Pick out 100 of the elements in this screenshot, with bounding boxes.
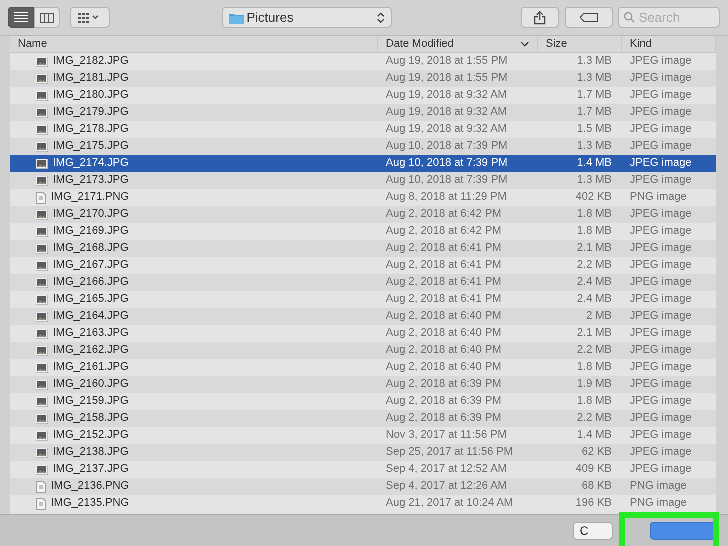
column-header[interactable]: Name (18, 36, 369, 52)
view-button[interactable] (8, 7, 34, 28)
share-button[interactable] (521, 7, 559, 28)
file-kind: PNG image (629, 190, 688, 206)
chevron-updown-icon (377, 12, 385, 24)
date-modified: Aug 2, 2018 at 6:42 PM (385, 207, 503, 222)
file-size: 2.2 MB (576, 343, 613, 358)
date-modified: Aug 2, 2018 at 6:41 PM (385, 292, 503, 308)
file-name: IMG_2169.JPG (53, 224, 129, 240)
file-name: IMG_2136.PNG (51, 479, 130, 494)
file-name: IMG_2138.JPG (53, 445, 129, 460)
photo-thumbnail-icon (36, 244, 48, 254)
file-row[interactable]: IMG_2138.JPG Sep 25, 2017 at 11:56 PM 62 KB JPEG image (10, 444, 716, 461)
date-modified: Aug 2, 2018 at 6:40 PM (385, 360, 503, 376)
folder-icon (229, 12, 244, 24)
file-row[interactable]: IMG_2181.JPG Aug 19, 2018 at 1:55 PM 1.3 MB JPEG image (10, 70, 716, 87)
column-header[interactable]: Date Modified (386, 36, 521, 52)
file-size: 196 KB (574, 496, 613, 512)
file-kind: JPEG image (629, 224, 693, 240)
file-size: 1.4 MB (576, 156, 613, 172)
file-name: IMG_2179.JPG (53, 105, 129, 120)
file-size: 1.8 MB (576, 207, 613, 222)
file-kind: JPEG image (629, 292, 693, 308)
file-size: 402 KB (574, 190, 613, 206)
view-button[interactable] (34, 7, 60, 28)
file-name: IMG_2168.JPG (53, 241, 129, 256)
date-modified: Aug 10, 2018 at 7:39 PM (385, 156, 509, 172)
file-name: IMG_2135.PNG (51, 496, 130, 512)
file-name: IMG_2152.JPG (53, 428, 129, 444)
file-kind: JPEG image (629, 258, 693, 274)
file-kind: JPEG image (629, 88, 693, 104)
column-header[interactable]: Size (546, 36, 613, 52)
photo-thumbnail-icon (36, 226, 48, 236)
file-row[interactable]: IMG_2168.JPG Aug 2, 2018 at 6:41 PM 2.1 MB JPEG image (10, 240, 716, 257)
date-modified: Aug 2, 2018 at 6:41 PM (385, 275, 503, 290)
cancel-button[interactable]: C (573, 522, 613, 540)
file-name: IMG_2167.JPG (53, 258, 129, 274)
date-modified: Sep 4, 2017 at 12:26 AM (385, 479, 508, 494)
file-kind: JPEG image (629, 326, 693, 342)
file-kind: JPEG image (629, 156, 693, 172)
file-row[interactable]: IMG_2162.JPG Aug 2, 2018 at 6:40 PM 2.2 MB JPEG image (10, 342, 716, 359)
document-icon (36, 480, 46, 492)
file-row[interactable]: IMG_2160.JPG Aug 2, 2018 at 6:39 PM 1.9 MB JPEG image (10, 376, 716, 393)
file-size: 2.4 MB (576, 275, 613, 290)
file-size: 1.4 MB (576, 428, 613, 444)
file-kind: JPEG image (629, 411, 693, 426)
file-row[interactable]: IMG_2173.JPG Aug 10, 2018 at 7:39 PM 1.3 MB JPEG image (10, 172, 716, 189)
date-modified: Nov 3, 2017 at 11:56 PM (385, 428, 508, 444)
file-row[interactable]: IMG_2136.PNG Sep 4, 2017 at 12:26 AM 68 KB PNG image (10, 478, 716, 495)
file-size: 2.1 MB (576, 326, 613, 342)
file-size: 2.4 MB (576, 292, 613, 308)
file-size: 1.8 MB (576, 394, 613, 410)
date-modified: Sep 4, 2017 at 12:52 AM (385, 462, 508, 478)
photo-thumbnail-icon (36, 176, 48, 186)
file-name: IMG_2181.JPG (53, 71, 129, 86)
columns-icon (40, 12, 54, 22)
file-kind: JPEG image (629, 71, 693, 86)
file-size: 68 KB (581, 479, 613, 494)
file-name: IMG_2165.JPG (53, 292, 129, 308)
file-kind: JPEG image (629, 54, 693, 70)
date-modified: Sep 25, 2017 at 11:56 PM (385, 445, 514, 460)
file-name: IMG_2178.JPG (53, 122, 129, 138)
file-row[interactable]: IMG_2166.JPG Aug 2, 2018 at 6:41 PM 2.4 MB JPEG image (10, 274, 716, 291)
date-modified: Aug 2, 2018 at 6:40 PM (385, 326, 503, 342)
file-name: IMG_2163.JPG (53, 326, 129, 342)
photo-thumbnail-icon (36, 158, 48, 168)
location-popup[interactable]: Pictures (222, 7, 392, 28)
file-row[interactable]: IMG_2164.JPG Aug 2, 2018 at 6:40 PM 2 MB JPEG image (10, 308, 716, 325)
photo-thumbnail-icon (36, 430, 48, 440)
tag-button[interactable] (564, 7, 612, 28)
search-icon (624, 12, 635, 23)
file-kind: JPEG image (629, 173, 693, 188)
file-row[interactable]: IMG_2179.JPG Aug 19, 2018 at 9:32 AM 1.7 MB JPEG image (10, 104, 716, 121)
file-row[interactable]: IMG_2174.JPG Aug 10, 2018 at 7:39 PM 1.4 MB JPEG image (10, 155, 716, 172)
view-button[interactable] (70, 7, 110, 28)
photo-thumbnail-icon (36, 328, 48, 338)
file-row[interactable]: IMG_2158.JPG Aug 2, 2018 at 6:39 PM 2.2 MB JPEG image (10, 410, 716, 427)
date-modified: Aug 2, 2018 at 6:39 PM (385, 377, 503, 392)
photo-thumbnail-icon (36, 108, 48, 118)
column-header[interactable]: Kind (630, 36, 707, 52)
date-modified: Aug 2, 2018 at 6:41 PM (385, 258, 503, 274)
file-row[interactable]: IMG_2175.JPG Aug 10, 2018 at 7:39 PM 1.3 MB JPEG image (10, 138, 716, 155)
date-modified: Aug 19, 2018 at 9:32 AM (385, 88, 508, 104)
date-modified: Aug 2, 2018 at 6:39 PM (385, 394, 503, 410)
photo-thumbnail-icon (36, 56, 48, 66)
file-kind: JPEG image (629, 445, 693, 460)
photo-thumbnail-icon (36, 210, 48, 220)
file-row[interactable]: IMG_2170.JPG Aug 2, 2018 at 6:42 PM 1.8 MB JPEG image (10, 206, 716, 223)
file-name: IMG_2159.JPG (53, 394, 129, 410)
date-modified: Aug 2, 2018 at 6:41 PM (385, 241, 503, 256)
share-icon (534, 10, 546, 24)
list-icon (14, 12, 28, 23)
file-size: 2.2 MB (576, 411, 613, 426)
photo-thumbnail-icon (36, 396, 48, 406)
default-button[interactable] (650, 522, 716, 540)
photo-thumbnail-icon (36, 124, 48, 134)
file-kind: JPEG image (629, 241, 693, 256)
search-field[interactable]: Search (618, 7, 720, 28)
file-name: IMG_2161.JPG (53, 360, 129, 376)
file-size: 2.1 MB (576, 241, 613, 256)
